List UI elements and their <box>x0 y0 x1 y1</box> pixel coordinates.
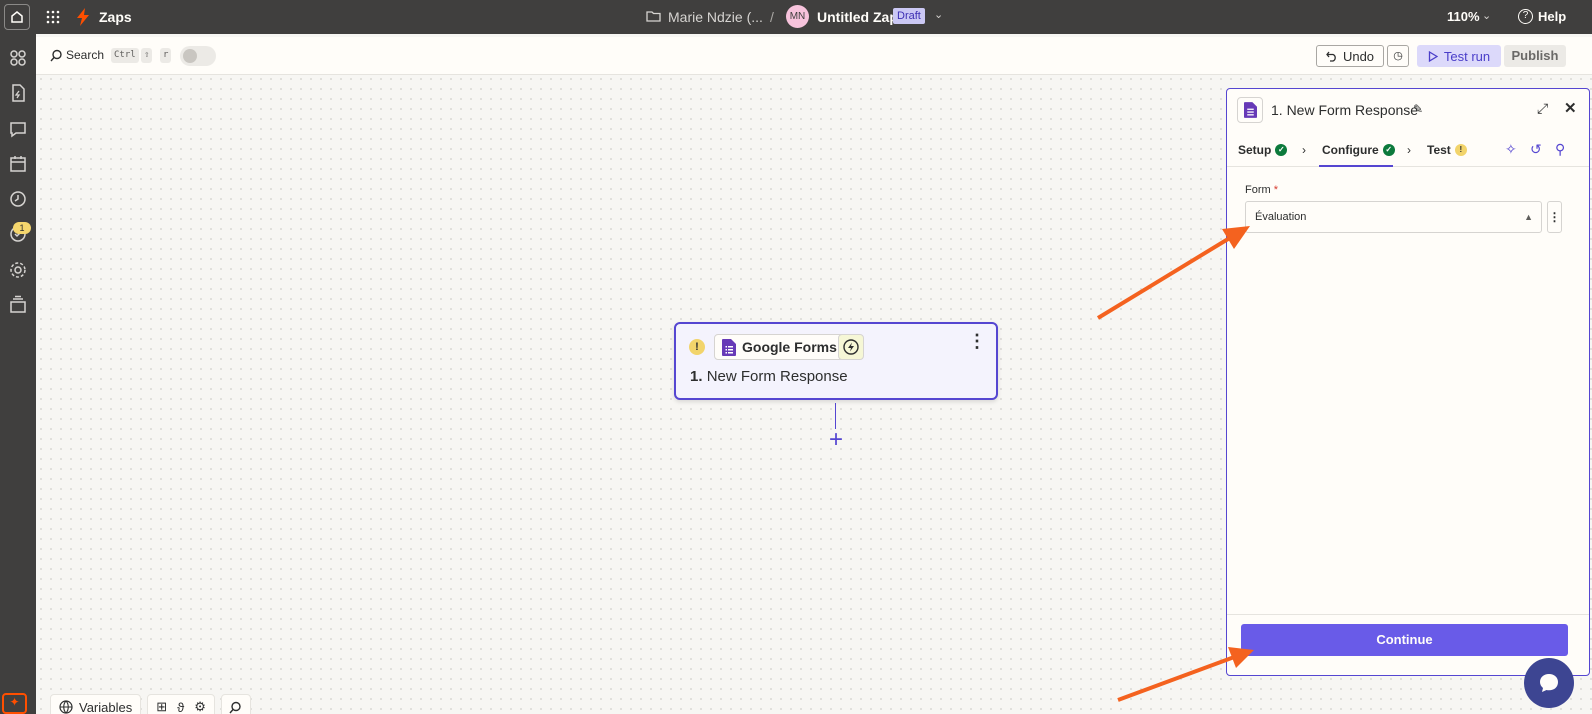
history-button[interactable]: ◷ <box>1387 45 1409 67</box>
search-label[interactable]: Search <box>66 48 104 62</box>
calendar-icon[interactable] <box>8 154 28 174</box>
top-bar: Zaps Marie Ndzie (... / MN Untitled Zap … <box>0 0 1592 34</box>
shortcut-key: ⇧ <box>141 48 153 63</box>
versions-icon[interactable] <box>8 295 28 315</box>
step-title: 1. New Form Response <box>690 368 848 385</box>
folder-path[interactable]: Marie Ndzie (... <box>668 9 763 25</box>
status-badge: Draft <box>893 8 925 24</box>
ai-sparkle-icon[interactable]: ✧ <box>1505 141 1517 158</box>
undo-button[interactable]: Undo <box>1316 45 1384 67</box>
chevron-right-icon: › <box>1407 143 1411 157</box>
form-select[interactable]: Évaluation ▲ <box>1245 201 1542 233</box>
wrench-icon[interactable]: ⚙ <box>194 699 206 714</box>
test-run-label: Test run <box>1443 48 1491 64</box>
publish-button[interactable]: Publish <box>1504 45 1566 67</box>
zap-name[interactable]: Untitled Zap <box>817 9 898 25</box>
avatar[interactable]: MN <box>786 5 809 28</box>
zoom-chevron-icon[interactable]: ⌄ <box>1482 9 1491 22</box>
active-tab-indicator <box>1319 165 1393 167</box>
warning-icon: ! <box>1454 144 1467 156</box>
undo-label: Undo <box>1342 48 1375 64</box>
warning-icon: ! <box>689 339 705 355</box>
more-options-icon[interactable]: ⋮ <box>968 332 986 350</box>
expand-icon[interactable]: ⤢ <box>1537 100 1548 117</box>
settings-icon[interactable] <box>8 260 28 280</box>
home-icon[interactable] <box>4 4 30 30</box>
shortcut-key: Ctrl <box>111 48 139 63</box>
app-grid-icon[interactable] <box>46 10 60 24</box>
editor-toolbar: Search Ctrl ⇧ r Undo ◷ Test run Publish <box>36 37 1592 75</box>
form-field-label: Form * <box>1245 184 1278 196</box>
canvas-bottom-toolbar: Variables ⊞ ϑ ⚙ <box>50 694 251 714</box>
search-icon[interactable]: ⚲ <box>1555 141 1565 158</box>
left-rail: 1 <box>0 34 36 714</box>
tab-label: Configure <box>1322 143 1379 157</box>
bolt-icon[interactable]: ϑ <box>177 700 184 714</box>
zap-file-icon[interactable] <box>8 83 28 103</box>
app-title[interactable]: Zaps <box>99 9 132 25</box>
tab-configure[interactable]: Configure ✓ <box>1322 143 1395 157</box>
continue-button[interactable]: Continue <box>1241 624 1568 656</box>
breadcrumb-separator: / <box>770 9 774 25</box>
panel-tabs: Setup ✓ › Configure ✓ › Test ! ✧ ↺ ⚲ <box>1227 133 1589 167</box>
notification-badge: 1 <box>13 222 31 234</box>
step-editor-panel: 1. New Form Response ✎ ⤢ ✕ Setup ✓ › Con… <box>1226 88 1590 676</box>
history-icon[interactable] <box>8 189 28 209</box>
trigger-bolt-icon <box>838 334 864 360</box>
tab-label: Setup <box>1238 143 1272 157</box>
trigger-step-card[interactable]: ! Google Forms ⋮ 1. New Form Response <box>674 322 998 400</box>
search-icon[interactable] <box>220 694 251 714</box>
add-step-icon[interactable]: + <box>826 428 846 452</box>
tab-label: Test <box>1427 143 1451 157</box>
app-chip: Google Forms <box>714 334 845 360</box>
help-button[interactable]: Help <box>1538 9 1566 24</box>
undo-icon <box>1326 51 1336 62</box>
panel-footer-divider <box>1227 614 1589 615</box>
tab-setup[interactable]: Setup ✓ <box>1238 143 1288 157</box>
zapier-bolt-icon <box>77 8 89 26</box>
zoom-level[interactable]: 110% <box>1447 9 1480 24</box>
step-title-text: New Form Response <box>706 368 848 385</box>
variables-button[interactable]: Variables <box>50 694 142 714</box>
copilot-icon[interactable]: ✦ <box>2 693 27 714</box>
field-label-text: Form <box>1245 184 1271 196</box>
play-icon <box>1428 50 1438 62</box>
google-forms-icon <box>722 338 736 356</box>
chevron-right-icon: › <box>1302 143 1306 157</box>
google-forms-icon <box>1237 97 1263 123</box>
chevron-updown-icon: ▲ <box>1524 212 1533 222</box>
edit-icon[interactable]: ✎ <box>1413 102 1423 116</box>
globe-icon <box>59 700 73 714</box>
chevron-down-icon[interactable]: ⌄ <box>934 8 943 21</box>
help-icon[interactable]: ? <box>1518 9 1533 24</box>
support-chat-icon[interactable] <box>1524 658 1574 708</box>
variables-label: Variables <box>79 699 133 714</box>
add-app-icon[interactable]: ⊞ <box>156 699 167 714</box>
toggle-switch[interactable] <box>180 46 216 66</box>
tab-test[interactable]: Test ! <box>1427 143 1467 157</box>
canvas-tools: ⊞ ϑ ⚙ <box>147 694 215 714</box>
step-number: 1. <box>690 368 703 385</box>
required-mark: * <box>1273 184 1279 196</box>
shortcut-key: r <box>160 48 172 63</box>
check-icon: ✓ <box>1382 144 1395 156</box>
search-icon[interactable] <box>50 49 63 62</box>
close-icon[interactable]: ✕ <box>1564 99 1577 117</box>
chat-icon[interactable] <box>8 119 28 139</box>
folder-icon <box>646 11 661 22</box>
panel-title[interactable]: 1. New Form Response <box>1271 102 1418 118</box>
refresh-icon[interactable]: ↺ <box>1530 141 1542 158</box>
check-icon: ✓ <box>1275 144 1288 156</box>
field-more-options-icon[interactable]: ⋮ <box>1547 201 1562 233</box>
app-name: Google Forms <box>742 339 837 355</box>
form-select-value: Évaluation <box>1255 211 1307 223</box>
panel-header: 1. New Form Response ✎ ⤢ ✕ <box>1227 89 1589 133</box>
test-run-button[interactable]: Test run <box>1417 45 1501 67</box>
apps-icon[interactable] <box>8 48 28 68</box>
